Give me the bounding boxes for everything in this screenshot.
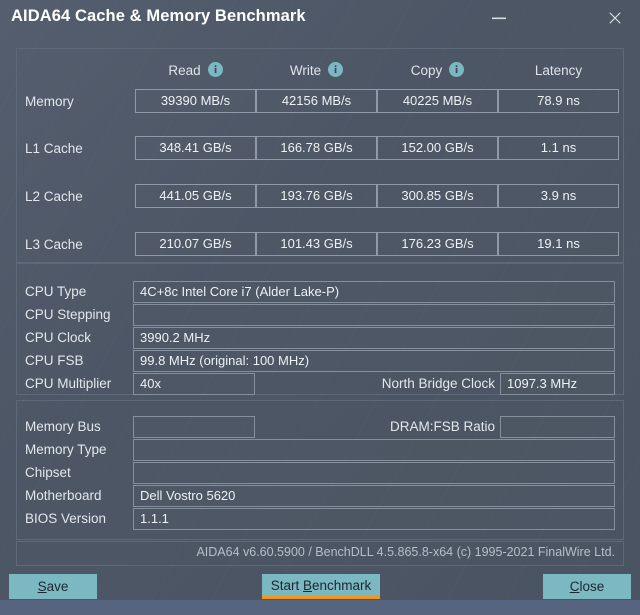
l2-copy-value: 300.85 GB/s [377, 184, 498, 208]
row-label-memory: Memory [25, 94, 74, 109]
row-label-l1-cache: L1 Cache [25, 141, 83, 156]
memory-latency-value: 78.9 ns [498, 89, 619, 113]
memory-bus-label: Memory Bus [25, 419, 101, 434]
cpu-clock-label: CPU Clock [25, 330, 92, 345]
cpu-stepping-value [133, 304, 615, 326]
column-header-write: Write [256, 61, 377, 82]
memory-copy-value: 40225 MB/s [377, 89, 498, 113]
start-button-pre: Start [270, 578, 303, 593]
save-button[interactable]: Save [9, 574, 97, 599]
info-icon-copy[interactable] [449, 61, 465, 77]
dram-fsb-ratio-value [500, 416, 615, 438]
bios-version-label: BIOS Version [25, 511, 107, 526]
cpu-type-value: 4C+8c Intel Core i7 (Alder Lake-P) [133, 281, 615, 303]
l3-copy-value: 176.23 GB/s [377, 232, 498, 256]
version-bar: AIDA64 v6.60.5900 / BenchDLL 4.5.865.8-x… [16, 541, 624, 566]
column-header-write-label: Write [289, 62, 322, 78]
minimize-button[interactable] [482, 4, 516, 32]
column-header-read: Read [135, 61, 256, 82]
l3-latency-value: 19.1 ns [498, 232, 619, 256]
close-button-post: lose [579, 579, 605, 594]
close-button[interactable] [598, 4, 632, 32]
l2-write-value: 193.76 GB/s [256, 184, 377, 208]
desktop-strip [0, 600, 640, 615]
memory-write-value: 42156 MB/s [256, 89, 377, 113]
cpu-multiplier-label: CPU Multiplier [25, 376, 112, 391]
column-header-latency: Latency [498, 62, 619, 82]
aida64-benchmark-window: AIDA64 Cache & Memory Benchmark Read Wri… [0, 0, 640, 600]
cpu-stepping-label: CPU Stepping [25, 307, 111, 322]
motherboard-value: Dell Vostro 5620 [133, 485, 615, 507]
window-title: AIDA64 Cache & Memory Benchmark [11, 7, 306, 25]
info-icon-read[interactable] [207, 61, 223, 77]
chipset-value [133, 462, 615, 484]
cpu-multiplier-value: 40x [133, 373, 255, 395]
l2-read-value: 441.05 GB/s [135, 184, 256, 208]
north-bridge-clock-value: 1097.3 MHz [500, 373, 615, 395]
l1-latency-value: 1.1 ns [498, 136, 619, 160]
l1-copy-value: 152.00 GB/s [377, 136, 498, 160]
info-icon-write[interactable] [328, 61, 344, 77]
bios-version-value: 1.1.1 [133, 508, 615, 530]
memory-read-value: 39390 MB/s [135, 89, 256, 113]
cpu-clock-value: 3990.2 MHz [133, 327, 615, 349]
column-header-copy: Copy [377, 61, 498, 82]
row-label-l2-cache: L2 Cache [25, 189, 83, 204]
l1-write-value: 166.78 GB/s [256, 136, 377, 160]
save-button-accel: S [37, 579, 47, 594]
column-header-latency-label: Latency [534, 62, 583, 78]
l1-read-value: 348.41 GB/s [135, 136, 256, 160]
cpu-fsb-label: CPU FSB [25, 353, 84, 368]
minimize-icon [492, 17, 506, 20]
chipset-label: Chipset [25, 465, 71, 480]
close-icon [609, 12, 621, 24]
motherboard-label: Motherboard [25, 488, 102, 503]
l2-latency-value: 3.9 ns [498, 184, 619, 208]
column-header-read-label: Read [168, 62, 201, 78]
version-text: AIDA64 v6.60.5900 / BenchDLL 4.5.865.8-x… [196, 545, 615, 559]
north-bridge-clock-label: North Bridge Clock [381, 376, 495, 391]
memory-type-label: Memory Type [25, 442, 107, 457]
l3-read-value: 210.07 GB/s [135, 232, 256, 256]
cpu-fsb-value: 99.8 MHz (original: 100 MHz) [133, 350, 615, 372]
start-benchmark-button[interactable]: Start Benchmark [262, 574, 380, 599]
l3-write-value: 101.43 GB/s [256, 232, 377, 256]
memory-type-value [133, 439, 615, 461]
close-dialog-button[interactable]: Close [543, 574, 631, 599]
column-header-copy-label: Copy [410, 62, 443, 78]
start-button-accel: B [302, 578, 312, 593]
start-button-post: enchmark [312, 578, 372, 593]
title-bar: AIDA64 Cache & Memory Benchmark [0, 0, 640, 40]
row-label-l3-cache: L3 Cache [25, 237, 83, 252]
cpu-type-label: CPU Type [25, 284, 87, 299]
save-button-post: ave [46, 579, 69, 594]
memory-bus-value [133, 416, 255, 438]
dram-fsb-ratio-label: DRAM:FSB Ratio [389, 419, 495, 434]
